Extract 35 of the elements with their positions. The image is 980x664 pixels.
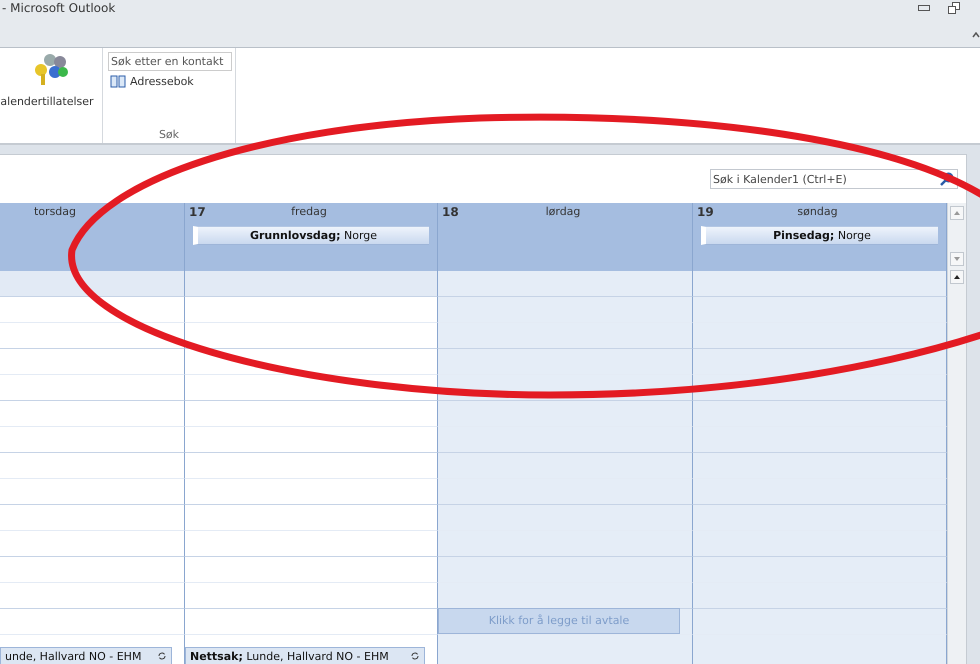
day-number: 18 xyxy=(442,205,459,219)
all-day-slot[interactable] xyxy=(0,271,185,297)
window-title: - Microsoft Outlook xyxy=(2,0,116,16)
recurrence-icon xyxy=(410,651,420,661)
scroll-up-button[interactable] xyxy=(950,270,964,284)
appointment[interactable]: unde, Hallvard NO - EHM xyxy=(0,647,172,664)
appointment[interactable]: Nettsak; Lunde, Hallvard NO - EHM xyxy=(185,647,425,664)
calendar-search-field[interactable]: Søk i Kalender1 (Ctrl+E) xyxy=(710,169,958,189)
time-slot[interactable] xyxy=(0,297,185,323)
day-header[interactable]: 19 søndag Pinsedag; Norge xyxy=(693,203,947,271)
day-number: 19 xyxy=(697,205,714,219)
restore-icon[interactable] xyxy=(948,2,960,14)
day-name: lørdag xyxy=(546,205,580,220)
day-name: søndag xyxy=(797,205,838,220)
scrollbar[interactable] xyxy=(947,203,966,664)
book-icon xyxy=(110,75,126,88)
time-slot[interactable] xyxy=(0,323,185,349)
keys-people-icon xyxy=(33,52,69,86)
group-label: Søk xyxy=(158,128,180,141)
caret-icon[interactable] xyxy=(972,32,980,38)
day-header[interactable]: 17 fredag Grunnlovsdag; Norge xyxy=(185,203,438,271)
day-number: 17 xyxy=(189,205,206,219)
calendar-permissions-button[interactable]: alendertillatelser xyxy=(0,48,102,143)
search-icon[interactable] xyxy=(940,172,954,186)
time-slot[interactable]: Nettsak; Lunde, Hallvard NO - EHM xyxy=(185,635,438,664)
contact-search-field[interactable]: Søk etter en kontakt xyxy=(108,52,232,71)
address-book-button[interactable]: Adressebok xyxy=(108,75,196,88)
day-name: fredag xyxy=(291,205,327,220)
holiday-event[interactable]: Pinsedag; Norge xyxy=(701,226,938,245)
day-name: torsdag xyxy=(34,205,76,220)
minimize-icon[interactable] xyxy=(918,5,930,11)
holiday-event[interactable]: Grunnlovsdag; Norge xyxy=(193,226,429,245)
recurrence-icon xyxy=(157,651,167,661)
time-slot[interactable] xyxy=(185,323,438,349)
time-slot[interactable]: unde, Hallvard NO - EHM xyxy=(0,635,185,664)
